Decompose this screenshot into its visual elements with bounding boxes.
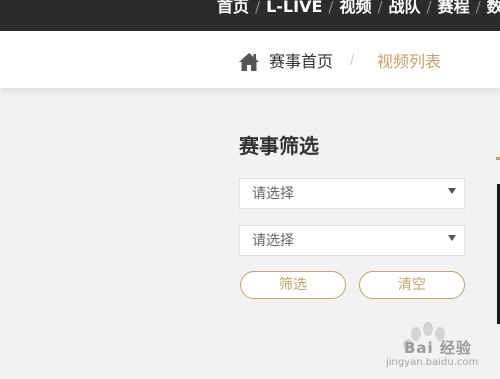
select-1-value: 请选择	[252, 186, 294, 202]
caret-down-icon	[448, 188, 456, 194]
nav-item-schedule[interactable]: 赛程	[438, 0, 470, 20]
breadcrumb-separator: /	[350, 53, 355, 68]
clear-button[interactable]: 清空	[359, 271, 465, 299]
nav-separator: /	[255, 0, 261, 16]
nav-item-l-live[interactable]: L-LIVE	[266, 0, 322, 20]
nav-item-home[interactable]: 首页	[217, 0, 249, 20]
watermark-subtext: jingyan.baidu.com	[386, 357, 479, 368]
breadcrumb-current: 视频列表	[377, 52, 442, 71]
select-2-value: 请选择	[252, 233, 294, 249]
top-nav-items: 首页 / L-LIVE / 视频 / 战队 / 赛程 / 数	[217, 0, 500, 20]
caret-down-icon	[448, 235, 456, 241]
home-icon[interactable]	[238, 52, 260, 72]
nav-separator: /	[377, 0, 383, 16]
event-select-1[interactable]: 请选择	[239, 178, 465, 209]
event-select-2[interactable]: 请选择	[239, 225, 465, 256]
breadcrumb-home-link[interactable]: 赛事首页	[269, 51, 333, 73]
nav-separator: /	[426, 0, 432, 16]
top-navigation-bar: 首页 / L-LIVE / 视频 / 战队 / 赛程 / 数	[0, 0, 500, 31]
watermark-text: Bai 经验	[404, 339, 472, 357]
nav-separator: /	[475, 0, 481, 16]
nav-item-video[interactable]: 视频	[339, 0, 371, 20]
filter-button[interactable]: 筛选	[240, 271, 346, 299]
nav-item-data-partial[interactable]: 数	[487, 0, 500, 20]
filter-title: 赛事筛选	[239, 134, 319, 158]
right-edge-accent	[496, 157, 500, 160]
nav-item-teams[interactable]: 战队	[389, 0, 421, 20]
nav-separator: /	[328, 0, 334, 16]
